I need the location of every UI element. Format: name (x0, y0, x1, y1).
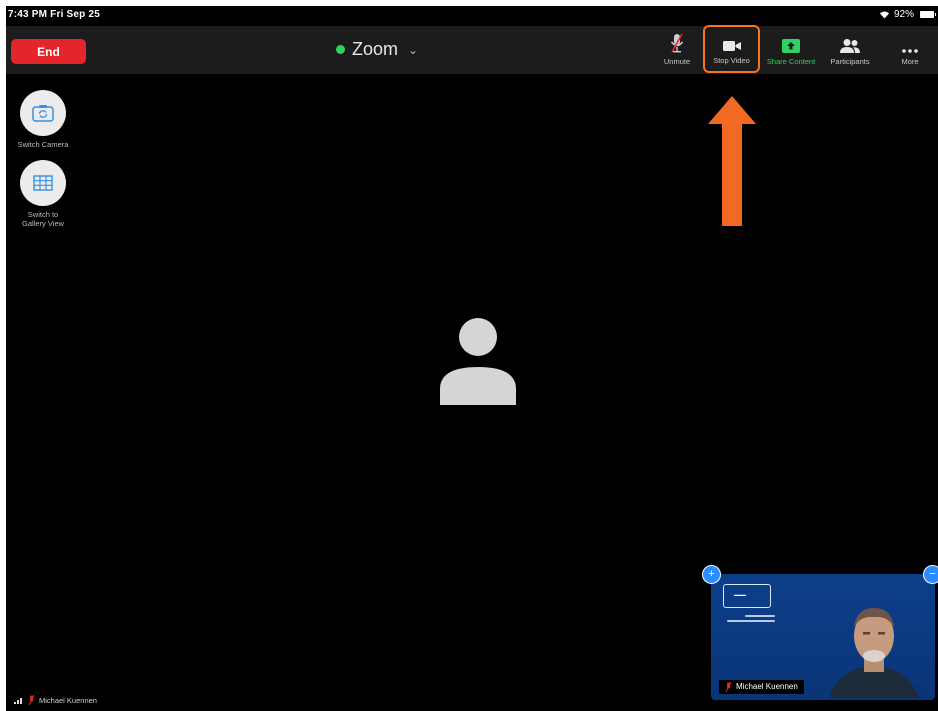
minimize-handle-icon[interactable]: − (924, 566, 938, 583)
battery-icon (920, 11, 936, 18)
stop-video-button[interactable]: Stop Video (703, 25, 760, 73)
participants-label: Participants (830, 57, 870, 66)
expand-handle-icon[interactable]: + (703, 566, 720, 583)
participant-avatar-icon (440, 318, 516, 405)
zoom-meeting-screen: 7:43 PM Fri Sep 25 92% End Zoom ⌄ Unmute… (6, 6, 938, 711)
switch-camera-circle (20, 90, 66, 136)
camera-rotate-icon (32, 105, 54, 122)
stop-video-label: Stop Video (713, 56, 750, 65)
share-content-button[interactable]: Share Content (764, 30, 818, 72)
gallery-view-circle (20, 160, 66, 206)
signal-strength-icon (14, 698, 22, 704)
share-screen-icon (782, 39, 800, 53)
share-content-label: Share Content (766, 57, 816, 66)
battery-percent: 92% (893, 9, 914, 20)
end-meeting-button[interactable]: End (11, 39, 86, 64)
more-label: More (901, 57, 919, 66)
shield-icon (336, 45, 345, 54)
webcam-person-image (829, 608, 919, 698)
wifi-icon (879, 11, 889, 19)
screenshot: 7:43 PM Fri Sep 25 92% End Zoom ⌄ Unmute… (0, 0, 938, 711)
active-speaker-label: Michael Kuennen (14, 695, 97, 705)
switch-camera-button[interactable]: Switch Camera (17, 90, 69, 149)
participants-button[interactable]: Participants (823, 30, 877, 72)
more-button[interactable]: More (886, 30, 934, 72)
self-view-name: Michael Kuennen (736, 682, 798, 691)
grid-icon (33, 175, 53, 191)
gallery-view-label: Switch to Gallery View (22, 210, 64, 228)
status-indicators: 92% (879, 9, 936, 20)
orange-arrow-annotation (708, 96, 756, 226)
self-view-thumbnail[interactable]: ▬▬▬ Michael Kuennen (711, 574, 935, 700)
muted-mic-icon (28, 695, 35, 705)
slide-text-lines (723, 612, 775, 625)
meeting-toolbar: End Zoom ⌄ Unmute Stop Video Share Conte… (6, 25, 938, 74)
meeting-title-text: Zoom (352, 39, 399, 59)
status-time: 7:43 PM Fri Sep 25 (8, 9, 100, 20)
muted-mic-icon (670, 33, 684, 53)
muted-mic-icon (725, 682, 732, 692)
unmute-button[interactable]: Unmute (650, 30, 704, 72)
meeting-title[interactable]: Zoom ⌄ (336, 39, 418, 60)
ios-status-bar: 7:43 PM Fri Sep 25 92% (6, 6, 938, 26)
switch-camera-label: Switch Camera (17, 140, 69, 149)
active-speaker-name: Michael Kuennen (39, 695, 97, 705)
video-camera-icon (722, 41, 741, 51)
self-view-name-tag: Michael Kuennen (719, 680, 804, 694)
ellipsis-icon (902, 49, 918, 53)
gallery-view-button[interactable]: Switch to Gallery View (17, 160, 69, 228)
slide-logo-graphic: ▬▬▬ (723, 584, 771, 608)
unmute-label: Unmute (663, 57, 691, 66)
chevron-down-icon: ⌄ (408, 42, 419, 57)
participants-icon (840, 39, 860, 53)
